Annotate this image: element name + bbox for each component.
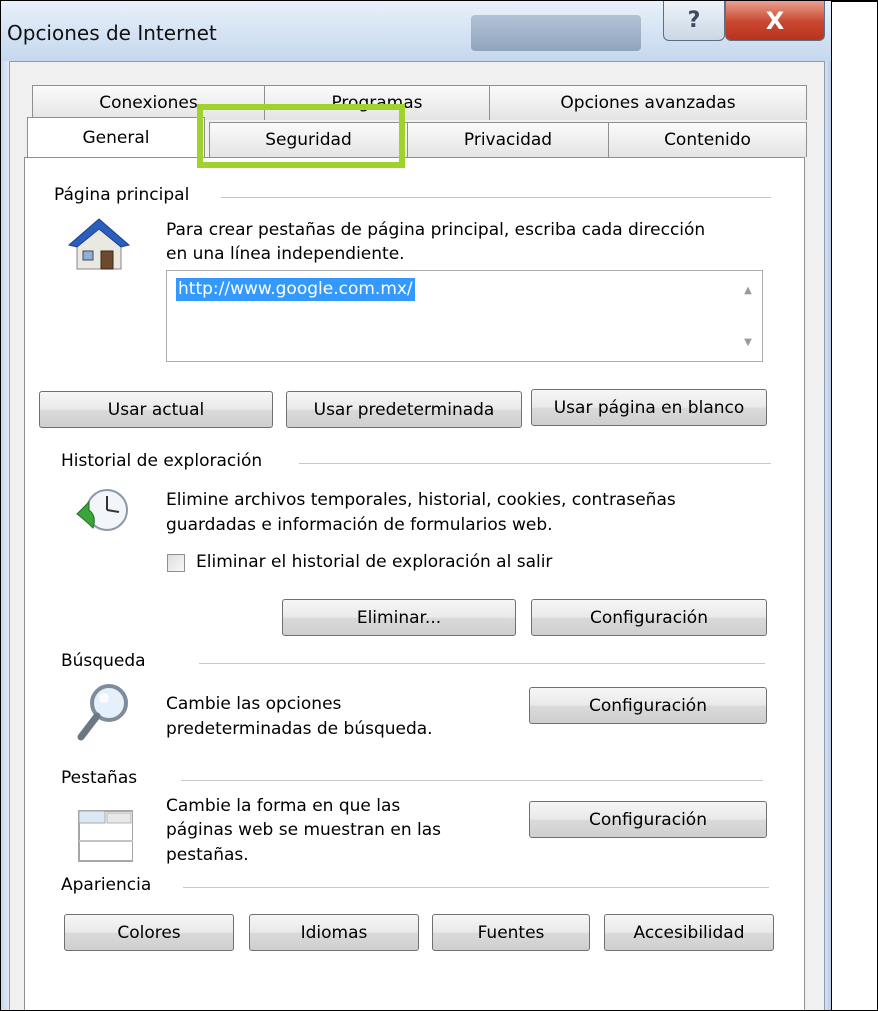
history-description-line1: Elimine archivos temporales, historial, …	[166, 490, 676, 510]
history-group-title: Historial de exploración	[61, 451, 273, 471]
seguridad-highlight-box	[197, 104, 405, 168]
frame-divider	[831, 1, 832, 1010]
history-settings-button[interactable]: Configuración	[531, 599, 767, 636]
tab-label: Conexiones	[99, 93, 198, 113]
tab-privacidad[interactable]: Privacidad	[407, 122, 609, 157]
tab-label: Contenido	[664, 130, 751, 150]
help-button[interactable]: ?	[663, 1, 725, 41]
close-button[interactable]: X	[725, 1, 825, 41]
tabs-description-line3: pestañas.	[166, 845, 249, 865]
tabs-description-line2: páginas web se muestran en las	[166, 820, 441, 840]
screenshot-frame: Opciones de Internet ? X Conexiones Prog…	[0, 0, 878, 1011]
home-page-url-value: http://www.google.com.mx/	[176, 278, 415, 301]
group-divider	[183, 887, 769, 888]
button-label: Configuración	[590, 607, 708, 628]
tabs-description-line1: Cambie la forma en que las	[166, 796, 401, 816]
button-label: Colores	[117, 922, 181, 943]
tab-label: General	[82, 127, 150, 148]
help-icon: ?	[687, 8, 701, 33]
home-page-group-title: Página principal	[54, 185, 200, 205]
group-divider	[181, 780, 763, 781]
button-label: Eliminar...	[356, 607, 442, 628]
internet-options-dialog: Opciones de Internet ? X Conexiones Prog…	[1, 1, 831, 1010]
clock-arrow-icon	[76, 489, 128, 531]
title-bar[interactable]: Opciones de Internet ? X	[1, 1, 831, 61]
search-settings-button[interactable]: Configuración	[529, 687, 767, 724]
frame-top-border	[831, 1, 877, 2]
tabbed-window-icon	[78, 810, 133, 862]
window-title: Opciones de Internet	[7, 21, 217, 45]
title-bar-glow	[471, 15, 641, 51]
scroll-down-arrow-icon[interactable]: ▼	[742, 337, 754, 348]
group-divider	[221, 197, 771, 198]
languages-button[interactable]: Idiomas	[249, 914, 419, 951]
delete-history-button[interactable]: Eliminar...	[282, 599, 516, 636]
button-label: Configuración	[589, 809, 707, 830]
house-icon	[67, 218, 131, 270]
tab-contenido[interactable]: Contenido	[608, 122, 807, 157]
button-label: Configuración	[589, 695, 707, 716]
accessibility-button[interactable]: Accesibilidad	[604, 914, 774, 951]
use-default-button[interactable]: Usar predeterminada	[286, 391, 522, 428]
tab-label: Privacidad	[463, 130, 553, 150]
use-blank-button[interactable]: Usar página en blanco	[531, 389, 767, 426]
button-label: Fuentes	[477, 922, 545, 943]
tabs-group-title: Pestañas	[61, 768, 148, 788]
home-description-line1: Para crear pestañas de página principal,…	[166, 220, 706, 240]
home-description-line2: en una línea independiente.	[166, 244, 405, 264]
use-current-button[interactable]: Usar actual	[39, 391, 273, 428]
tab-general[interactable]: General	[27, 117, 205, 157]
tab-label: Opciones avanzadas	[560, 93, 736, 113]
button-label: Idiomas	[300, 922, 368, 943]
button-label: Usar actual	[107, 399, 205, 420]
window-border-left	[1, 61, 9, 1010]
home-page-url-textarea[interactable]: http://www.google.com.mx/ ▲ ▼	[166, 270, 763, 362]
magnifier-icon	[77, 684, 128, 741]
search-description-line1: Cambie las opciones	[166, 694, 342, 714]
delete-history-on-exit-label: Eliminar el historial de exploración al …	[196, 552, 553, 572]
group-divider	[199, 663, 765, 664]
search-description-line2: predeterminadas de búsqueda.	[166, 719, 433, 739]
tabs-settings-button[interactable]: Configuración	[529, 801, 767, 838]
search-group-title: Búsqueda	[61, 651, 156, 671]
scroll-up-arrow-icon[interactable]: ▲	[742, 285, 754, 296]
fonts-button[interactable]: Fuentes	[432, 914, 590, 951]
button-label: Usar página en blanco	[553, 397, 745, 418]
delete-history-on-exit-checkbox[interactable]	[167, 554, 185, 572]
tab-opciones-avanzadas[interactable]: Opciones avanzadas	[489, 85, 807, 120]
button-label: Accesibilidad	[633, 922, 745, 943]
appearance-group-title: Apariencia	[61, 875, 162, 895]
group-divider	[299, 463, 771, 464]
history-description-line2: guardadas e información de formularios w…	[166, 515, 553, 535]
colors-button[interactable]: Colores	[64, 914, 234, 951]
button-label: Usar predeterminada	[313, 399, 495, 420]
close-icon: X	[765, 6, 785, 35]
